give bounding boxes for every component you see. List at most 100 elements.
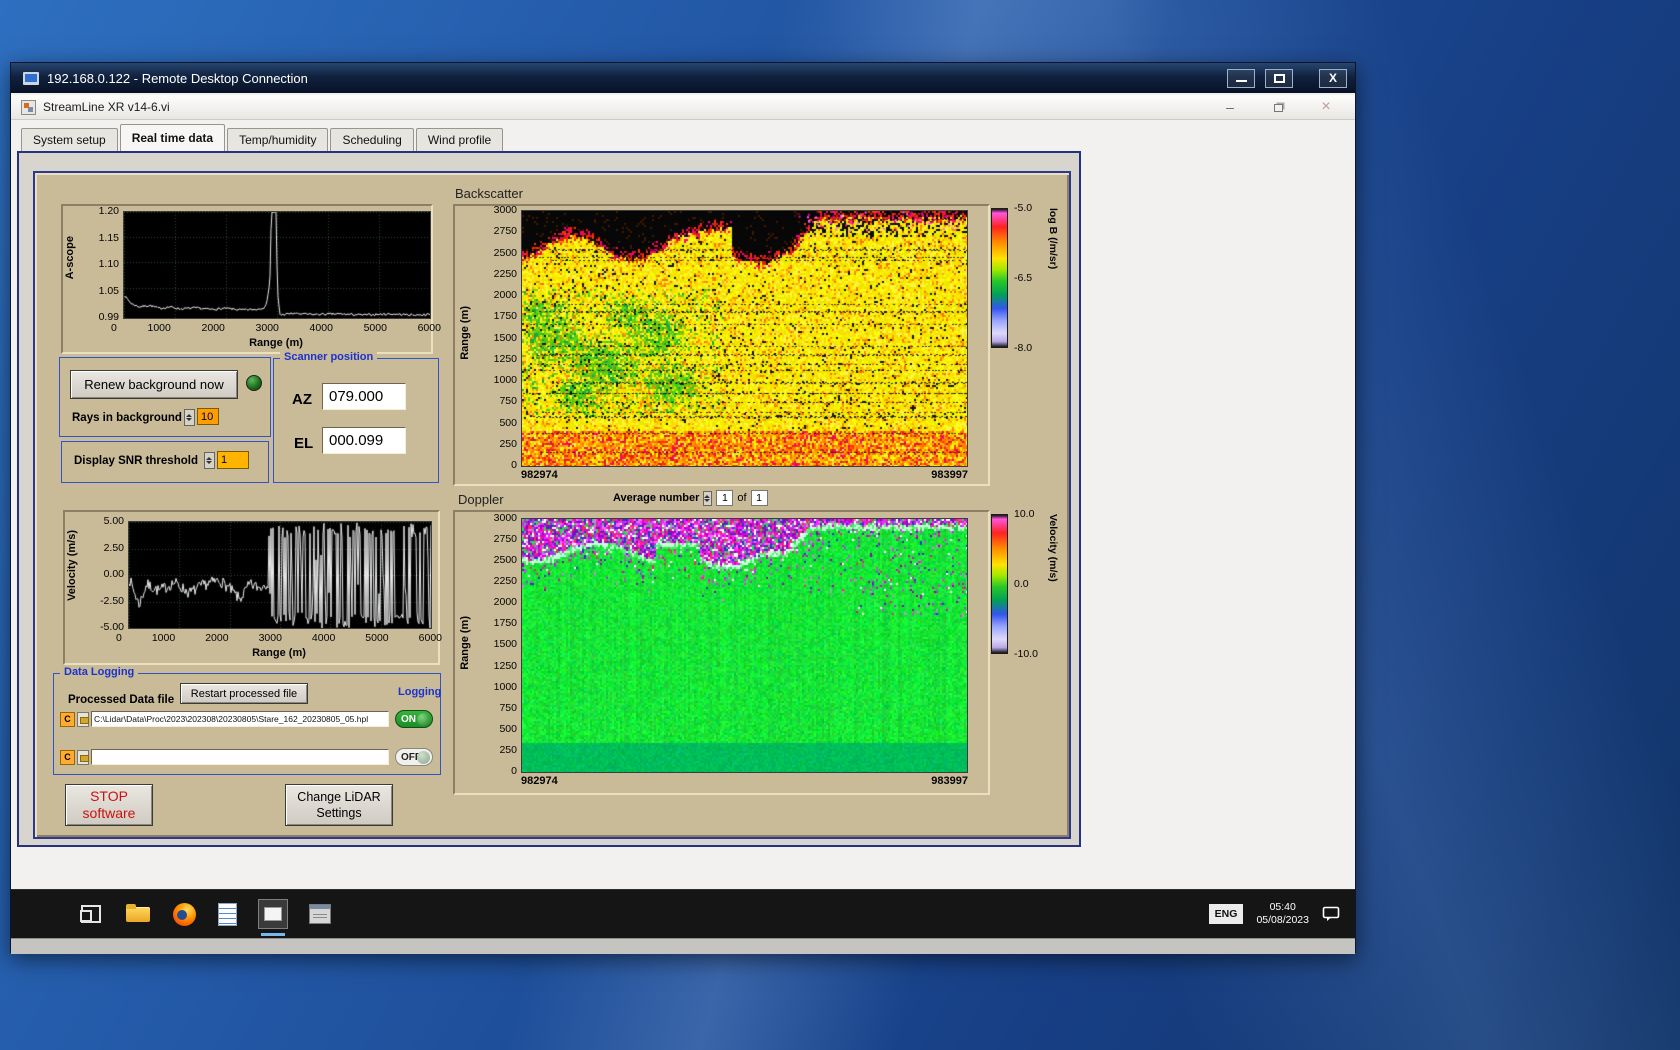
- clock-time: 05:40: [1269, 901, 1296, 913]
- app-restore-button[interactable]: [1265, 100, 1291, 114]
- action-center-icon[interactable]: [1322, 906, 1341, 922]
- tab-wind-profile[interactable]: Wind profile: [415, 128, 504, 151]
- rays-value-field[interactable]: 10: [197, 408, 219, 425]
- tab-system-setup[interactable]: System setup: [21, 128, 118, 151]
- taskbar-icons: [79, 890, 331, 938]
- doppler-colorbar-scale: [991, 514, 1008, 654]
- file-explorer-icon[interactable]: [125, 902, 151, 926]
- ascope-x-ticks: 0 1000 2000 3000 4000 5000 6000: [111, 322, 441, 334]
- backscatter-title: Backscatter: [455, 186, 523, 201]
- scan-scheduler-icon[interactable]: [309, 904, 331, 924]
- logging-label: Logging: [398, 686, 442, 698]
- ascope-y-axis-label: A-scope: [64, 236, 76, 280]
- average-spinner[interactable]: [703, 490, 713, 506]
- app-close-button[interactable]: ×: [1313, 99, 1339, 115]
- backscatter-chart: Range (m) 3000 2750 2500 2250 2000 1750 1500 12…: [453, 204, 990, 486]
- rdp-titlebar[interactable]: 192.168.0.122 - Remote Desktop Connectio…: [11, 63, 1355, 93]
- tab-real-time-data[interactable]: Real time data: [119, 124, 226, 151]
- doppler-x-ticks: 982974 983997: [521, 775, 968, 787]
- minimize-icon: [1235, 80, 1247, 82]
- backscatter-y-axis-label: Range (m): [459, 306, 471, 360]
- data-logging-title: Data Logging: [60, 666, 139, 678]
- doppler-chart: Range (m) 3000 2750 2500 2250 2000 1750 1500 12…: [453, 510, 990, 795]
- rdp-minimize-button[interactable]: [1227, 68, 1255, 88]
- scanner-position-title: Scanner position: [280, 351, 378, 363]
- snr-spinner[interactable]: [204, 452, 215, 469]
- snr-threshold-box: Display SNR threshold 1: [61, 441, 269, 483]
- el-value-field[interactable]: 000.099: [322, 427, 406, 454]
- rdp-close-button[interactable]: X: [1319, 68, 1347, 88]
- backscatter-x-ticks: 982974 983997: [521, 469, 968, 481]
- desktop: 192.168.0.122 - Remote Desktop Connectio…: [0, 0, 1680, 1050]
- toggle-knob: [417, 713, 430, 726]
- ascope-plot: [123, 211, 431, 319]
- processed-logging-toggle[interactable]: ON: [395, 710, 433, 728]
- rdp-window: 192.168.0.122 - Remote Desktop Connectio…: [10, 62, 1356, 954]
- app-minimize-button[interactable]: –: [1217, 100, 1243, 114]
- doppler-colorbar-ticks: 10.0 0.0 -10.0: [1014, 508, 1038, 660]
- processed-drive-icon[interactable]: C: [60, 711, 75, 727]
- tab-scheduling[interactable]: Scheduling: [330, 128, 414, 151]
- backscatter-colorbar-scale: [991, 208, 1008, 348]
- average-number-row: Average number 1 of 1: [613, 490, 768, 506]
- processed-path-field[interactable]: C:\Lidar\Data\Proc\2023\202308\20230805\…: [91, 711, 389, 727]
- velocity-x-axis-label: Range (m): [252, 647, 306, 659]
- backscatter-colorbar-title: log B (/m/sr): [1047, 208, 1059, 270]
- firefox-icon[interactable]: [173, 902, 196, 926]
- average-total-field[interactable]: 1: [750, 490, 768, 506]
- velocity-x-ticks: 0 1000 2000 3000 4000 5000 6000: [116, 632, 442, 644]
- scanner-position-box: Scanner position AZ 079.000 EL 000.099: [273, 351, 439, 483]
- restart-processed-file-button[interactable]: Restart processed file: [180, 683, 308, 704]
- raw-logging-toggle[interactable]: OFF: [395, 748, 433, 766]
- doppler-colorbar-title: Velocity (m/s): [1047, 514, 1059, 582]
- main-panel: Backscatter A-scope 1.20 1.15 1.10 1.05 0.99…: [33, 171, 1071, 839]
- taskbar-clock[interactable]: 05:40 05/08/2023: [1256, 901, 1309, 927]
- ascope-chart: A-scope 1.20 1.15 1.10 1.05 0.99 0 1000 2000 30…: [61, 204, 441, 354]
- processed-browse-icon[interactable]: [77, 711, 89, 727]
- vi-icon: [21, 99, 36, 115]
- average-number-field[interactable]: 1: [716, 490, 734, 506]
- az-value-field[interactable]: 079.000: [322, 383, 406, 410]
- rdp-title: 192.168.0.122 - Remote Desktop Connectio…: [47, 70, 308, 86]
- rdp-maximize-button[interactable]: [1265, 68, 1293, 88]
- backscatter-y-ticks: 3000 2750 2500 2250 2000 1750 1500 1250 1000 750 5…: [493, 204, 517, 471]
- velocity-plot: [128, 521, 432, 629]
- raw-browse-icon[interactable]: [77, 749, 89, 765]
- streamline-app-icon[interactable]: [258, 899, 288, 936]
- tab-bar: System setup Real time data Temp/humidit…: [11, 121, 1355, 151]
- doppler-title: Doppler: [458, 492, 504, 507]
- toggle-knob: [417, 751, 430, 764]
- backscatter-heatmap: [521, 210, 968, 467]
- change-lidar-settings-button[interactable]: Change LiDAR Settings: [285, 784, 393, 826]
- el-label: EL: [294, 435, 314, 452]
- raw-path-row: C OFF: [60, 748, 433, 766]
- active-app-indicator: [261, 933, 285, 936]
- doppler-y-ticks: 3000 2750 2500 2250 2000 1750 1500 1250 1000 750 5…: [493, 512, 517, 777]
- velocity-y-ticks: 5.00 2.50 0.00 -2.50 -5.00: [100, 515, 124, 633]
- rdp-session: StreamLine XR v14-6.vi – × System setup …: [11, 93, 1355, 954]
- clock-date: 05/08/2023: [1256, 914, 1309, 926]
- az-label: AZ: [292, 391, 312, 408]
- backscatter-colorbar-ticks: -5.0 -6.5 -8.0: [1014, 202, 1033, 354]
- app-titlebar[interactable]: StreamLine XR v14-6.vi – ×: [11, 95, 1355, 120]
- processed-path-row: C C:\Lidar\Data\Proc\2023\202308\2023080…: [60, 710, 433, 728]
- raw-path-field[interactable]: [91, 749, 389, 765]
- renew-background-button[interactable]: Renew background now: [70, 370, 238, 399]
- task-view-icon[interactable]: [79, 902, 103, 926]
- language-indicator[interactable]: ENG: [1208, 904, 1244, 924]
- raw-drive-icon[interactable]: C: [60, 749, 75, 765]
- processed-data-file-label: Processed Data file: [68, 694, 175, 706]
- tab-temp-humidity[interactable]: Temp/humidity: [227, 128, 329, 151]
- front-panel: Backscatter A-scope 1.20 1.15 1.10 1.05 0.99…: [17, 151, 1081, 847]
- average-number-label: Average number: [613, 492, 700, 504]
- taskbar: ENG 05:40 05/08/2023: [11, 889, 1355, 938]
- doppler-y-axis-label: Range (m): [459, 616, 471, 670]
- rays-in-background-label: Rays in background: [72, 412, 182, 424]
- snr-value-field[interactable]: 1: [217, 451, 249, 469]
- notepad-icon[interactable]: [218, 902, 237, 926]
- ascope-y-ticks: 1.20 1.15 1.10 1.05 0.99: [98, 205, 119, 323]
- stop-software-button[interactable]: STOP software: [65, 784, 153, 826]
- rays-spinner[interactable]: [184, 409, 195, 426]
- velocity-y-axis-label: Velocity (m/s): [66, 530, 78, 601]
- renew-background-led: [246, 375, 262, 391]
